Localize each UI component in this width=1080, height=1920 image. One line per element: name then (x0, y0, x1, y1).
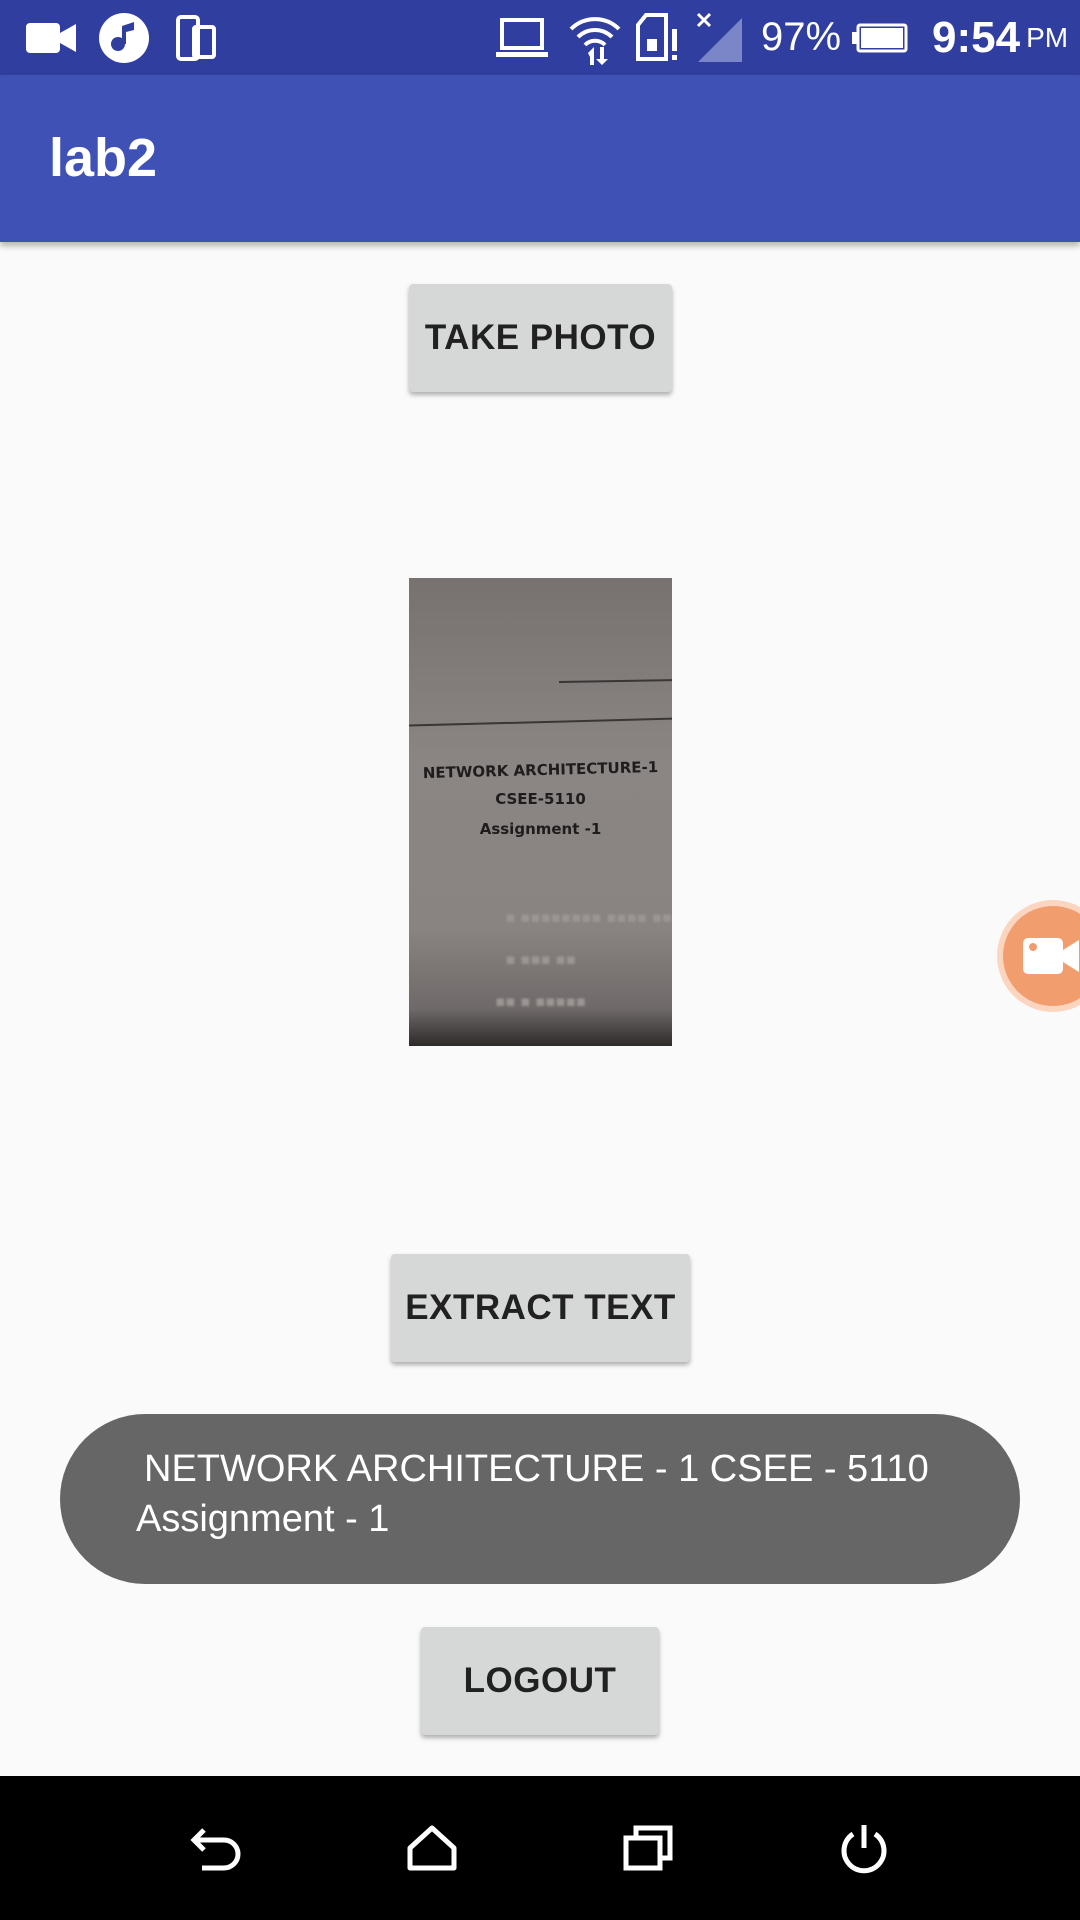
back-icon[interactable] (190, 1776, 246, 1920)
photo-text-line1: NETWORK ARCHITECTURE-1 (422, 757, 659, 783)
photo-text-line3: Assignment -1 (479, 820, 602, 838)
extract-text-button[interactable]: EXTRACT TEXT (391, 1254, 690, 1362)
photo-text-line2: CSEE-5110 (495, 790, 586, 808)
music-app-icon (98, 0, 150, 75)
clock: 9:54 PM (932, 0, 1068, 75)
laptop-icon (496, 0, 548, 75)
toast-line1: NETWORK ARCHITECTURE - 1 CSEE - 5110 (144, 1448, 929, 1490)
navigation-bar (0, 1776, 1080, 1920)
floating-record-button[interactable] (1003, 906, 1080, 1006)
video-camera-icon (1023, 938, 1079, 974)
take-photo-button[interactable]: TAKE PHOTO (409, 284, 672, 392)
photo-blur-text: ▪▪ ▪ ▪▪▪▪▪ (495, 992, 586, 1010)
home-icon[interactable] (406, 1776, 458, 1920)
phone-tablet-icon (176, 0, 216, 75)
photo-blur-text: ▪ ▪▪▪▪▪▪▪▪ ▪▪▪▪ ▪▪ (505, 908, 672, 926)
clock-ampm: PM (1026, 22, 1069, 53)
logout-button[interactable]: LOGOUT (421, 1627, 659, 1735)
sd-card-alert-icon (636, 0, 680, 75)
clock-time: 9:54 (932, 13, 1021, 62)
app-title: lab2 (49, 128, 158, 188)
toast-message: NETWORK ARCHITECTURE - 1 CSEE - 5110 Ass… (60, 1414, 1020, 1584)
app-bar: lab2 (0, 75, 1080, 242)
status-bar: 97% 9:54 PM (0, 0, 1080, 75)
recents-icon[interactable] (622, 1776, 674, 1920)
battery-percent: 97% (761, 15, 842, 59)
captured-photo: NETWORK ARCHITECTURE-1 CSEE-5110 Assignm… (409, 578, 672, 1046)
battery-icon (852, 0, 908, 75)
wifi-icon (568, 0, 622, 75)
no-signal-icon (696, 0, 746, 75)
photo-blur-text: ▪ ▪▪▪ ▪▪ (505, 950, 576, 968)
power-icon[interactable] (838, 1776, 890, 1920)
toast-line2: Assignment - 1 (136, 1498, 390, 1540)
video-call-icon (26, 0, 76, 75)
